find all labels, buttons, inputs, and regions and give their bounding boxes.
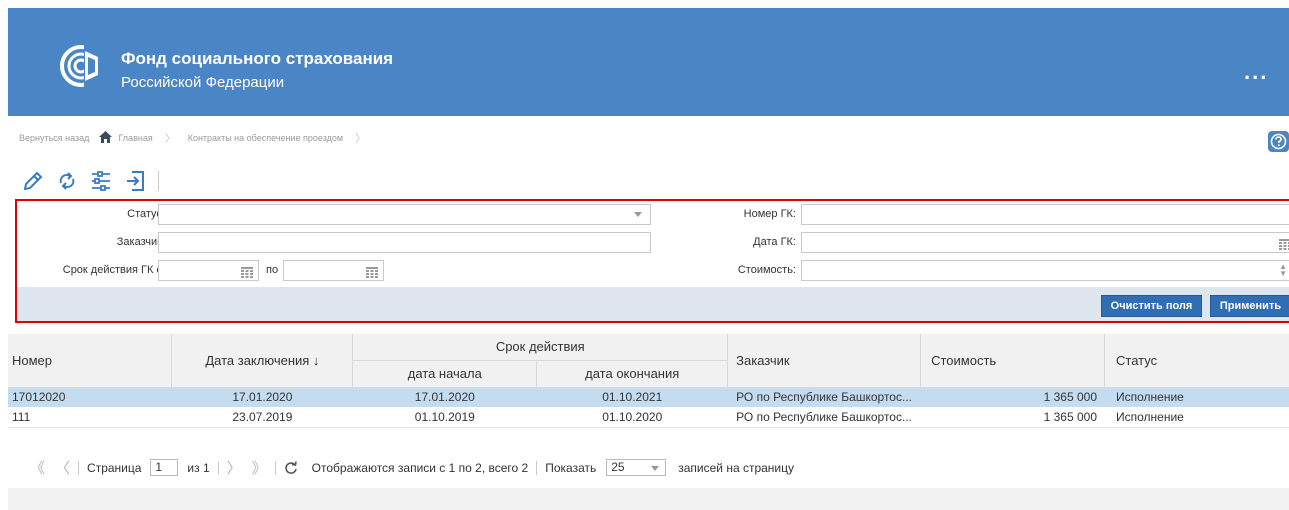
page-count: из 1 xyxy=(187,460,210,475)
per-page-label: записей на страницу xyxy=(678,460,795,475)
records-info: Отображаются записи с 1 по 2, всего 2 xyxy=(311,460,529,475)
chevron-right-icon: 〉 xyxy=(355,133,367,145)
contracts-table: Номер Дата заключения ↓ Срок действия За… xyxy=(8,334,1289,428)
table-row[interactable]: 17012020 17.01.2020 17.01.2020 01.10.202… xyxy=(8,387,1289,407)
pager-divider xyxy=(536,460,538,475)
gk-date-input[interactable] xyxy=(802,233,1289,253)
header-date[interactable]: Дата заключения ↓ xyxy=(171,334,354,388)
cost-field[interactable]: ▲ ▼ xyxy=(801,260,1289,281)
status-select[interactable] xyxy=(158,204,651,225)
app-title: Фонд социального страхования xyxy=(121,49,394,68)
term-from-label: Срок действия ГК с: xyxy=(62,264,165,276)
chevron-right-icon: 〉 xyxy=(164,133,176,145)
next-page-icon[interactable]: 〉 xyxy=(227,457,242,478)
pager-divider xyxy=(274,460,276,475)
export-icon[interactable] xyxy=(120,166,150,196)
header-number[interactable]: Номер xyxy=(8,334,173,388)
header-term-start[interactable]: дата начала xyxy=(352,360,538,388)
filter-settings-icon[interactable] xyxy=(86,166,116,196)
header-status[interactable]: Статус xyxy=(1104,334,1289,388)
cost-input[interactable] xyxy=(802,261,1289,281)
refresh-icon[interactable] xyxy=(52,166,82,196)
page-label: Страница xyxy=(87,460,142,475)
cell-end: 01.10.2021 xyxy=(536,387,728,407)
cell-status: Исполнение xyxy=(1104,407,1289,428)
pager-divider xyxy=(217,460,219,475)
first-page-icon[interactable]: 《 xyxy=(30,457,45,478)
calendar-icon[interactable] xyxy=(1279,237,1289,255)
footer-bar xyxy=(8,488,1289,510)
more-dots-icon[interactable]: ... xyxy=(1244,59,1268,85)
breadcrumb-home[interactable]: Главная xyxy=(118,133,152,143)
toolbar-divider xyxy=(158,171,159,191)
pager-divider xyxy=(78,460,80,475)
cost-label: Стоимость: xyxy=(737,264,796,276)
header-term-group: Срок действия xyxy=(352,334,729,361)
page-size-value: 25 xyxy=(611,460,625,474)
page-size-select[interactable]: 25 xyxy=(606,459,667,476)
gk-number-field[interactable] xyxy=(801,204,1289,225)
cell-end: 01.10.2020 xyxy=(536,407,728,428)
app-subtitle: Российской Федерации xyxy=(121,74,285,91)
toolbar xyxy=(18,166,159,196)
table-row[interactable]: 111 23.07.2019 01.10.2019 01.10.2020 РО … xyxy=(8,407,1289,428)
chevron-down-icon[interactable] xyxy=(651,466,660,471)
cell-start: 17.01.2020 xyxy=(352,387,537,407)
calendar-icon[interactable] xyxy=(241,265,253,283)
filter-panel: Статус: Заказчик: Срок действия ГК с: по… xyxy=(15,199,1289,323)
filter-footer: Очистить поля Применить xyxy=(17,287,1289,321)
customer-input[interactable] xyxy=(159,233,650,253)
app-header: Фонд социального страхования Российской … xyxy=(8,8,1289,116)
reload-icon[interactable] xyxy=(284,460,298,475)
header-customer[interactable]: Заказчик xyxy=(727,334,922,388)
cell-cost: 1 365 000 xyxy=(920,407,1105,428)
status-select-value[interactable] xyxy=(159,205,650,225)
breadcrumb-current: Контракты на обеспечение проездом xyxy=(187,133,344,143)
term-from-date-field[interactable] xyxy=(158,260,259,281)
edit-icon[interactable] xyxy=(18,166,48,196)
home-icon[interactable] xyxy=(99,131,113,145)
back-link[interactable]: Вернуться назад xyxy=(19,133,89,143)
cell-customer: РО по Республике Башкортос... xyxy=(727,407,921,428)
show-label: Показать xyxy=(545,460,597,475)
gk-number-input[interactable] xyxy=(802,205,1289,225)
cell-status: Исполнение xyxy=(1104,387,1289,407)
header-cost[interactable]: Стоимость xyxy=(920,334,1106,388)
chevron-down-icon[interactable] xyxy=(634,212,642,217)
apply-button[interactable]: Применить xyxy=(1210,295,1289,317)
gk-number-label: Номер ГК: xyxy=(743,208,796,220)
gk-date-label: Дата ГК: xyxy=(753,236,796,248)
prev-page-icon[interactable]: 〈 xyxy=(55,457,70,478)
breadcrumb: Вернуться назад Главная 〉 Контракты на о… xyxy=(19,130,378,146)
term-to-label: по xyxy=(266,264,279,276)
last-page-icon[interactable]: 》 xyxy=(252,457,267,478)
term-to-date-field[interactable] xyxy=(283,260,384,281)
clear-fields-button[interactable]: Очистить поля xyxy=(1101,295,1202,317)
calendar-icon[interactable] xyxy=(366,265,378,283)
header-term-end[interactable]: дата окончания xyxy=(536,360,729,388)
cell-cost: 1 365 000 xyxy=(920,387,1105,407)
page-number-input[interactable]: 1 xyxy=(150,459,179,476)
fss-logo-icon xyxy=(60,45,102,87)
cell-date: 23.07.2019 xyxy=(171,407,353,428)
customer-field[interactable] xyxy=(158,232,651,253)
cell-customer: РО по Республике Башкортос... xyxy=(727,387,921,407)
cell-number: 17012020 xyxy=(8,387,172,407)
help-icon[interactable] xyxy=(1268,131,1289,152)
gk-date-field[interactable] xyxy=(801,232,1289,253)
pagination: 《 〈 Страница 1 из 1 〉 》 Отображаются зап… xyxy=(30,457,794,478)
cell-start: 01.10.2019 xyxy=(352,407,537,428)
cell-number: 111 xyxy=(8,407,172,428)
cell-date: 17.01.2020 xyxy=(171,387,353,407)
spinner-icon[interactable]: ▲ ▼ xyxy=(1279,263,1287,278)
